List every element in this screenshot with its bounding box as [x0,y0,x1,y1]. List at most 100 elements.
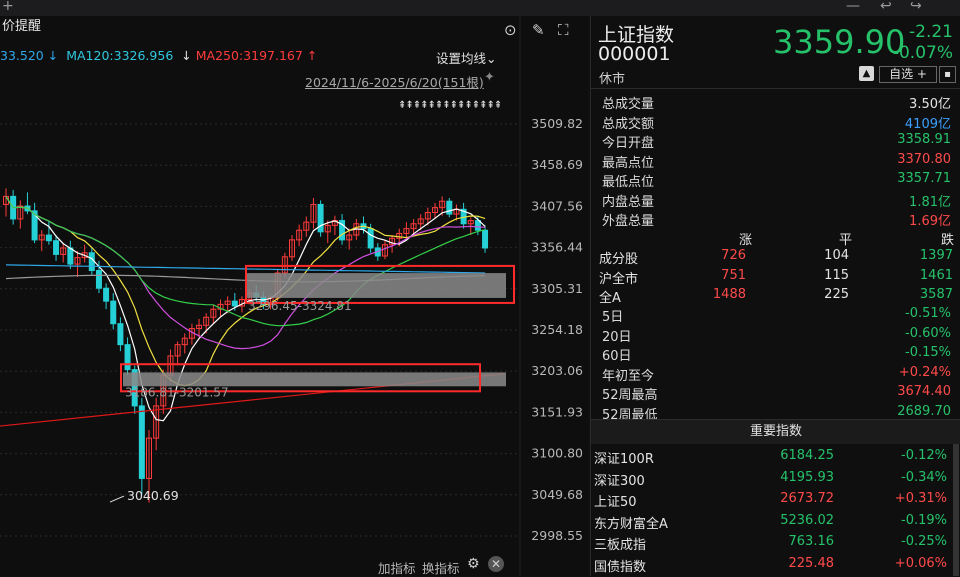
stat-value: 3358.91 [897,132,951,147]
y-tick-label: 3100.80 [531,446,583,461]
switch-indicator-button[interactable]: 换指标 [422,558,460,577]
breadth-cell-down: 3587 [919,287,953,302]
stat-value: 3.50亿 [909,97,951,112]
period-label: 20日 [602,329,632,345]
breadth-row: 沪全市 751 115 1461 [591,267,960,287]
index-row-pct: -0.34% [901,469,947,485]
low-price-label: 3040.69 [127,488,179,503]
kline-chart-pane[interactable]: 价提醒 ⊙ ✎ ⛶ 33.520 ↓ MA120:3326.956 ↓ MA250:3… [0,16,588,576]
breadth-cell-name: 成分股 [599,252,639,267]
stat-row: 今日开盘 3358.91 [591,131,960,151]
minimize-icon[interactable]: — [846,0,860,14]
market-status: 休市 [599,72,626,87]
period-row: 5日 -0.51% [591,305,960,325]
stat-value: 1.81亿 [909,194,951,210]
stat-label: 内盘总量 [602,194,655,210]
candle-body [45,234,52,242]
index-row-price: 6184.25 [780,448,834,463]
y-tick-label: 3407.56 [531,198,583,213]
index-row-name: 国债指数 [594,559,647,575]
index-row[interactable]: 深证300 4195.93 -0.34% [591,468,960,489]
scrollbar[interactable] [953,444,959,576]
y-tick-label: 3203.06 [531,363,583,378]
stat-row: 总成交量 3.50亿 [591,92,960,112]
add-watchlist-button[interactable]: 自选 + [879,66,937,83]
breadth-header: 涨平跌 [591,228,960,248]
y-tick-label: 3458.69 [531,157,583,172]
period-row: 60日 -0.15% [591,344,960,364]
candle-body [231,300,238,307]
forward-icon[interactable]: ↪ [910,0,922,14]
breadth-cell-flat: 104 [824,248,849,263]
plus-icon[interactable]: + [2,0,14,14]
breadth-cell-name: 全A [599,291,621,306]
bell-icon[interactable]: ▲ [859,66,874,81]
index-row-pct: -0.25% [901,534,947,549]
period-row: 52周最高 3674.40 [591,383,960,403]
candlestick-chart[interactable]: 3509.82 3458.69 3407.56 3356.44 3305.31 3254.… [0,16,588,576]
candle-body [53,240,60,255]
stat-value: 1.69亿 [909,214,951,229]
stat-label: 最高点位 [602,155,655,171]
stat-row: 内盘总量 1.81亿 [591,190,960,210]
more-menu-icon[interactable]: ▪ [939,66,956,83]
stat-value: 3357.71 [897,171,951,186]
stat-label: 外盘总量 [602,214,655,229]
last-price: 3359.90 [773,23,906,61]
y-tick-label: 2998.55 [531,528,583,543]
window-top-strip: + — ↩ ↪ [0,0,960,16]
gear-icon[interactable]: ⚙ [467,556,480,572]
breadth-row: 全A 1488 225 3587 [591,286,960,306]
candle-body [367,228,374,249]
stat-label: 今日开盘 [602,136,655,151]
price-change-pct: -0.07% [892,43,953,63]
breadth-cell-flat: 225 [824,287,849,302]
stat-value: 3370.80 [897,151,951,167]
index-row-pct: +0.06% [894,555,947,571]
index-row-pct: -0.19% [901,512,947,528]
low-pointer [109,495,125,503]
stat-row: 外盘总量 1.69亿 [591,209,960,229]
major-indices-title: 重要指数 [749,424,802,439]
back-icon[interactable]: ↩ [880,0,892,14]
breadth-cell-name: 沪全市 [599,271,639,287]
period-value: -0.15% [905,345,951,360]
breadth-cell-down: 1397 [919,248,953,263]
period-value: 3674.40 [897,384,951,399]
index-row-name: 三板成指 [594,538,647,553]
index-row[interactable]: 国债指数 225.48 +0.06% [591,554,960,575]
divider [591,88,960,89]
candle-body [95,270,102,289]
period-label: 60日 [602,349,632,364]
support-zone-label: 3186.81-3201.57 [125,385,229,399]
quote-panel: 上证指数 000001 休市 3359.90 -2.21 -0.07% ▲ 自选… [590,16,960,576]
index-row-pct: +0.31% [894,491,947,506]
period-value: +0.24% [898,364,951,380]
index-row-name: 深证300 [594,473,645,489]
candle-body [88,252,95,272]
index-row[interactable]: 东方财富全A 5236.02 -0.19% [591,511,960,532]
add-indicator-button[interactable]: 加指标 [378,558,416,577]
breadth-cell-up: 726 [721,248,746,263]
index-row[interactable]: 深证100R 6184.25 -0.12% [591,446,960,467]
breadth-cell-up: 751 [721,267,746,283]
major-indices-header: 重要指数 [591,420,960,444]
breadth-header-cell: 跌 [941,233,955,248]
stat-row: 总成交额 4109亿 [591,112,960,132]
index-row-name: 深证100R [594,452,654,467]
support-zone [123,372,506,387]
price-change: -2.21 [909,22,953,42]
candle-body [317,203,324,233]
stat-value: 4109亿 [904,116,951,132]
index-row[interactable]: 三板成指 763.16 -0.25% [591,532,960,553]
y-tick-label: 3305.31 [531,281,583,296]
index-row[interactable]: 上证50 2673.72 +0.31% [591,489,960,510]
period-label: 52周最高 [602,388,658,403]
y-tick-label: 3356.44 [531,240,583,255]
resistance-zone [246,273,506,298]
index-row-price: 225.48 [788,555,835,571]
index-row-price: 2673.72 [780,491,834,506]
close-icon[interactable]: ✕ [488,556,504,572]
index-row-name: 东方财富全A [594,516,668,532]
candle-body [103,287,110,302]
